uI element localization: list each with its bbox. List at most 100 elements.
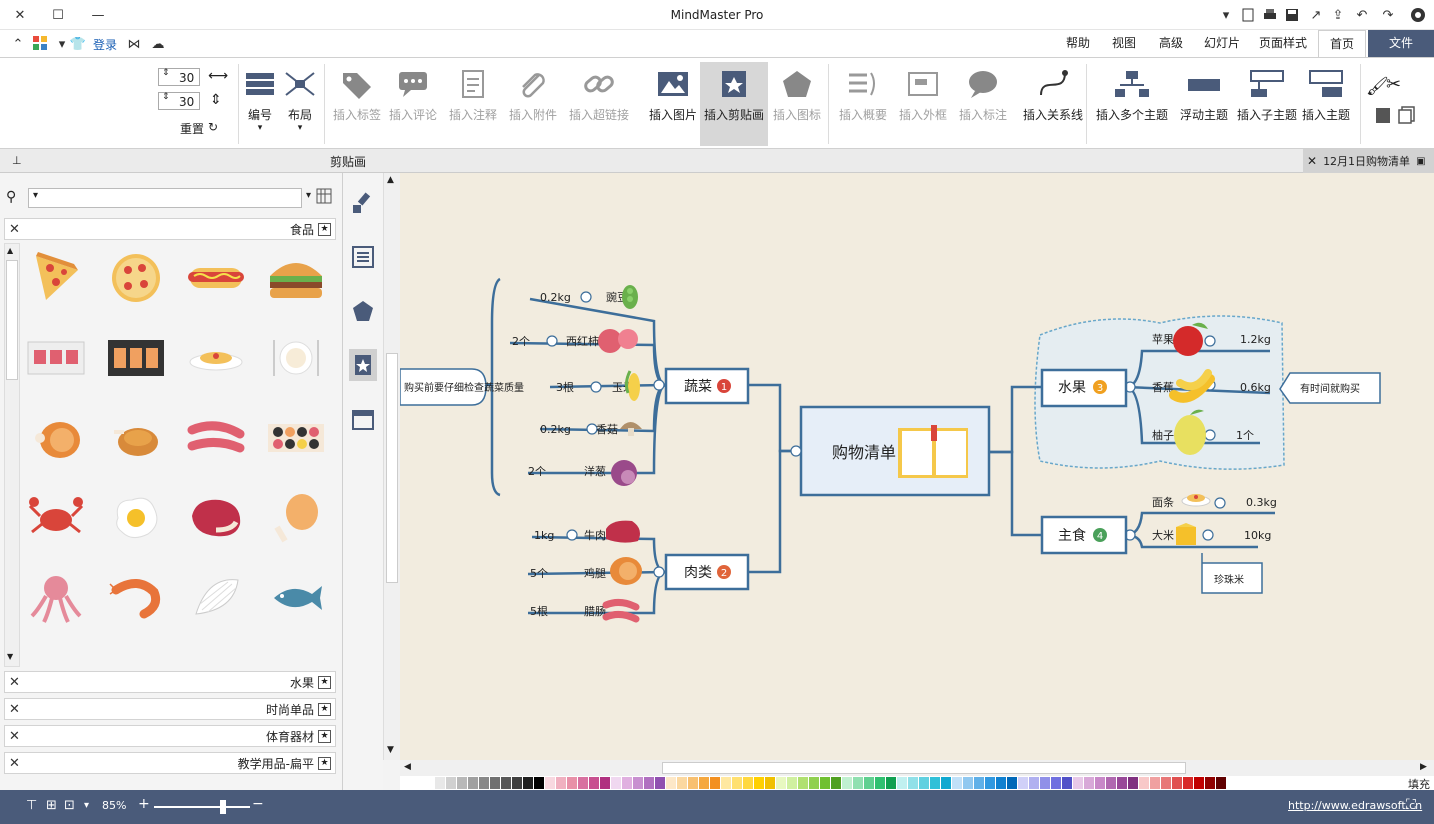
customize-quick-access-icon[interactable]: ▾ [1218,7,1234,23]
format-brush-icon[interactable] [351,191,375,215]
color-swatch[interactable] [600,777,611,789]
paste-icon[interactable] [1374,106,1392,127]
color-swatch[interactable] [677,777,688,789]
scroll-up-icon[interactable]: ▲ [7,246,13,255]
color-swatch[interactable] [655,777,666,789]
color-swatch[interactable] [930,777,941,789]
insert-subtopic-button[interactable]: 插入子主题 [1236,62,1298,146]
insert-relationship-button[interactable]: 插入关系线 [1023,62,1083,146]
clipart-watermelon[interactable] [264,646,328,666]
color-swatch[interactable] [622,777,633,789]
color-swatch[interactable] [1084,777,1095,789]
clipart-tomato-slice[interactable] [104,646,168,666]
veg-item-tomato[interactable]: 西红柿 2个 [512,329,638,353]
color-palette[interactable]: 填充 [400,776,1434,791]
clipart-carrot[interactable] [24,646,88,666]
color-swatch[interactable] [611,777,622,789]
color-swatch[interactable] [809,777,820,789]
search-input[interactable]: ▾ [28,188,302,208]
color-swatch[interactable] [1139,777,1150,789]
scroll-down-icon[interactable]: ▼ [7,652,13,661]
color-swatch[interactable] [710,777,721,789]
redo-icon[interactable]: ↷ [1380,7,1396,23]
meat-item-chicken-leg[interactable]: 鸡腿 5个 [530,557,642,585]
clipart-sausages[interactable] [184,406,248,470]
color-swatch[interactable] [952,777,963,789]
category-sports[interactable]: ✕ 体育器材 ★ [4,725,336,747]
color-swatch[interactable] [424,777,435,789]
clipart-fried-egg[interactable] [104,486,168,550]
vertical-spacing-stepper[interactable]: ⇕ 30 [158,92,200,110]
stepper-arrows-icon[interactable]: ⇕ [162,68,170,78]
color-swatch[interactable] [468,777,479,789]
color-swatch[interactable] [853,777,864,789]
color-swatch[interactable] [1117,777,1128,789]
color-swatch[interactable] [512,777,523,789]
branch-fruit[interactable]: 3 水果 [1040,368,1128,408]
color-swatch[interactable] [1106,777,1117,789]
color-swatch[interactable] [556,777,567,789]
horizontal-scroll-thumb[interactable] [662,762,1186,774]
scroll-up-icon[interactable]: ▲ [387,175,394,185]
color-swatch[interactable] [996,777,1007,789]
format-painter-icon[interactable]: 🖌 [1366,76,1389,97]
color-swatch[interactable] [743,777,754,789]
icon-panel-icon[interactable] [351,299,375,323]
clipart-shrimp[interactable] [104,566,168,630]
close-category-icon[interactable]: ✕ [9,729,20,744]
clipart-chicken-leg[interactable] [264,486,328,550]
color-swatch[interactable] [1172,777,1183,789]
save-icon[interactable] [1284,7,1300,23]
branch-meat[interactable]: 2 肉类 [664,553,750,591]
maximize-icon[interactable]: ☐ [50,7,66,23]
tab-advanced[interactable]: 高级 [1150,30,1192,57]
undo-icon[interactable]: ↶ [1354,7,1370,23]
canvas-vertical-scrollbar[interactable]: ▲ ▼ [383,173,400,760]
dropdown-icon[interactable]: ▾ [54,36,70,52]
cloud-icon[interactable]: ☁ [150,36,166,52]
callout-fruit[interactable]: 有时间就购买 [1279,372,1381,404]
color-swatch[interactable] [1216,777,1227,789]
color-swatch[interactable] [886,777,897,789]
horizontal-spacing-stepper[interactable]: ⇕ 30 [158,68,200,86]
outline-icon[interactable] [351,245,375,269]
print-icon[interactable] [1262,7,1278,23]
color-swatch[interactable] [831,777,842,789]
insert-callout-button[interactable]: 插入标注 [958,62,1008,146]
scroll-left-icon[interactable]: ◀ [404,762,411,772]
clipart-hamburger[interactable] [264,246,328,310]
color-swatch[interactable] [765,777,776,789]
meat-item-sausage[interactable]: 腊肠5根 [530,598,640,623]
color-swatch[interactable] [798,777,809,789]
fullscreen-icon[interactable]: ⛶ [1406,797,1416,813]
clipart-fish[interactable] [264,566,328,630]
color-swatch[interactable] [699,777,710,789]
tab-slides[interactable]: 幻灯片 [1196,30,1248,57]
clipart-scrollbar[interactable]: ▲ ▼ [4,243,20,667]
color-swatch[interactable] [1007,777,1018,789]
scroll-down-icon[interactable]: ▼ [387,745,394,755]
share-network-icon[interactable]: ⋈ [126,36,142,52]
color-swatch[interactable] [644,777,655,789]
color-swatch[interactable] [1183,777,1194,789]
task-panel-icon[interactable] [351,407,375,431]
tab-help[interactable]: 帮助 [1056,30,1100,57]
zoom-out-icon[interactable]: − [252,796,264,812]
color-swatch[interactable] [820,777,831,789]
color-swatch[interactable] [776,777,787,789]
share-icon[interactable]: ↗ [1308,7,1324,23]
color-swatch[interactable] [754,777,765,789]
copy-icon[interactable] [1398,106,1416,127]
color-swatch[interactable] [1128,777,1139,789]
color-swatch[interactable] [1161,777,1172,789]
clipart-sushi-tray[interactable] [104,326,168,390]
document-tab[interactable]: ✕ 12月1日购物清单 ▣ [1303,149,1434,173]
color-swatch[interactable] [578,777,589,789]
clipart-panel-tab[interactable] [349,349,377,381]
color-swatch[interactable] [963,777,974,789]
branch-staple-food[interactable]: 4 主食 [1040,515,1128,555]
color-swatch[interactable] [1051,777,1062,789]
meat-item-beef[interactable]: 牛肉 1kg [534,520,640,543]
color-swatch[interactable] [897,777,908,789]
color-swatch[interactable] [446,777,457,789]
